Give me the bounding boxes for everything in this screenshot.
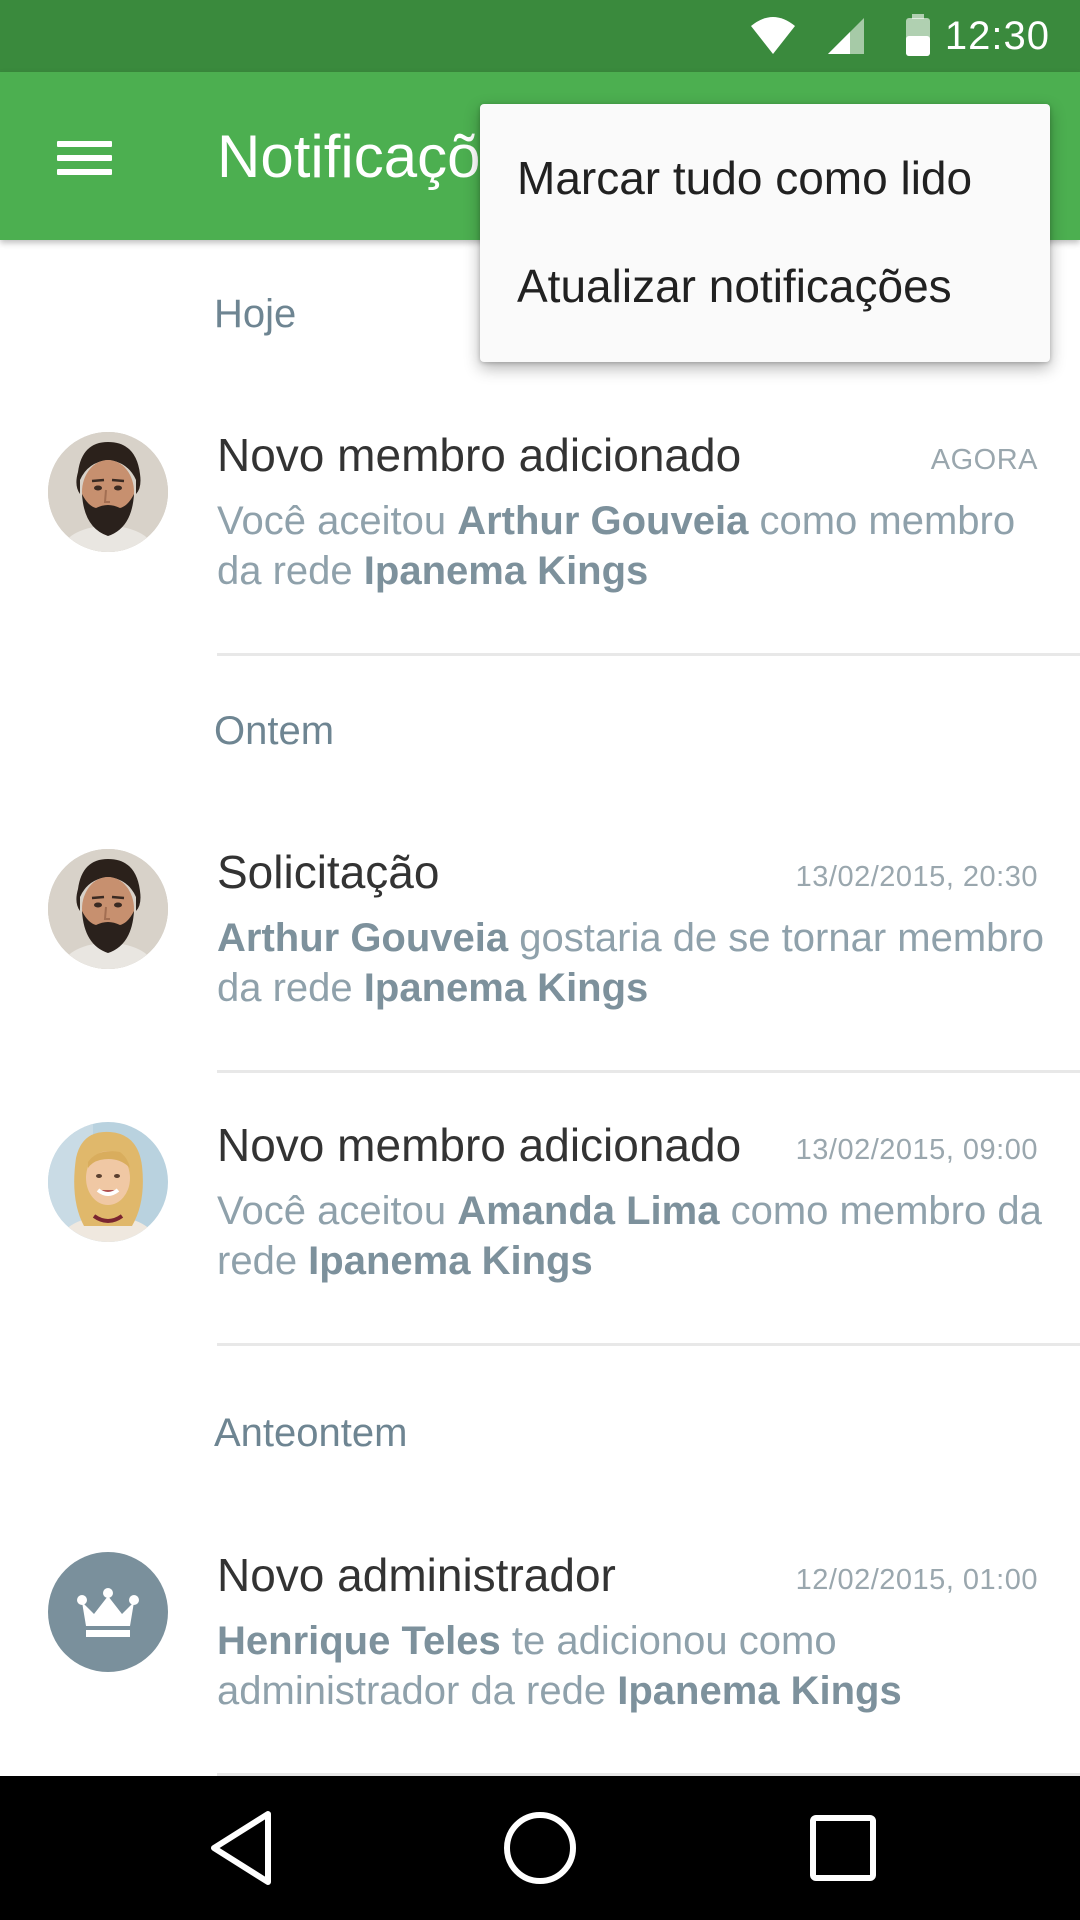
avatar	[48, 849, 168, 969]
section-header-yesterday: Ontem	[214, 709, 335, 753]
menu-item-mark-all-read[interactable]: Marcar tudo como lido	[480, 124, 1050, 232]
section-header-today: Hoje	[214, 292, 297, 336]
menu-item-refresh-notifications[interactable]: Atualizar notificações	[480, 232, 1050, 340]
cell-signal-icon	[828, 18, 864, 54]
notification-item[interactable]: Novo administrador 12/02/2015, 01:00 Hen…	[0, 1540, 1080, 1770]
crown-icon	[48, 1552, 168, 1672]
avatar	[48, 1122, 168, 1242]
overflow-menu: Marcar tudo como lido Atualizar notifica…	[480, 104, 1050, 362]
hamburger-menu-icon[interactable]	[40, 112, 130, 202]
notifications-screen: 12:30 Notificações Marcar tudo como lido…	[0, 0, 1080, 1920]
recent-apps-icon[interactable]	[793, 1798, 893, 1898]
notification-body: Arthur Gouveia gostaria de se tornar mem…	[217, 916, 1044, 1010]
notification-item[interactable]: Novo membro adicionado AGORA Você aceito…	[0, 420, 1080, 670]
notification-title: Novo administrador	[217, 1549, 616, 1601]
notification-timestamp: 13/02/2015, 20:30	[795, 861, 1038, 893]
notification-item[interactable]: Solicitação 13/02/2015, 20:30 Arthur Gou…	[0, 837, 1080, 1067]
avatar	[48, 432, 168, 552]
notification-title: Novo membro adicionado	[217, 429, 742, 481]
divider	[217, 1343, 1080, 1346]
wifi-icon	[751, 17, 795, 54]
home-icon[interactable]	[490, 1798, 590, 1898]
system-nav-bar	[0, 1776, 1080, 1920]
notification-timestamp: 12/02/2015, 01:00	[795, 1564, 1038, 1596]
notification-item[interactable]: Novo membro adicionado 13/02/2015, 09:00…	[0, 1110, 1080, 1340]
notification-title: Novo membro adicionado	[217, 1119, 742, 1171]
notification-body: Henrique Teles te adicionou como adminis…	[217, 1619, 902, 1713]
battery-icon	[906, 14, 930, 56]
notification-body: Você aceitou Arthur Gouveia como membro …	[217, 499, 1016, 593]
divider	[217, 1070, 1080, 1073]
back-icon[interactable]	[192, 1798, 292, 1898]
section-header-day-before-yesterday: Anteontem	[214, 1411, 408, 1455]
notification-body: Você aceitou Amanda Lima como membro da …	[217, 1189, 1042, 1283]
status-bar: 12:30	[0, 0, 1080, 72]
notification-timestamp: 13/02/2015, 09:00	[795, 1134, 1038, 1166]
divider	[217, 653, 1080, 656]
status-time: 12:30	[944, 14, 1050, 58]
notification-timestamp: AGORA	[930, 444, 1038, 476]
notification-title: Solicitação	[217, 846, 440, 898]
